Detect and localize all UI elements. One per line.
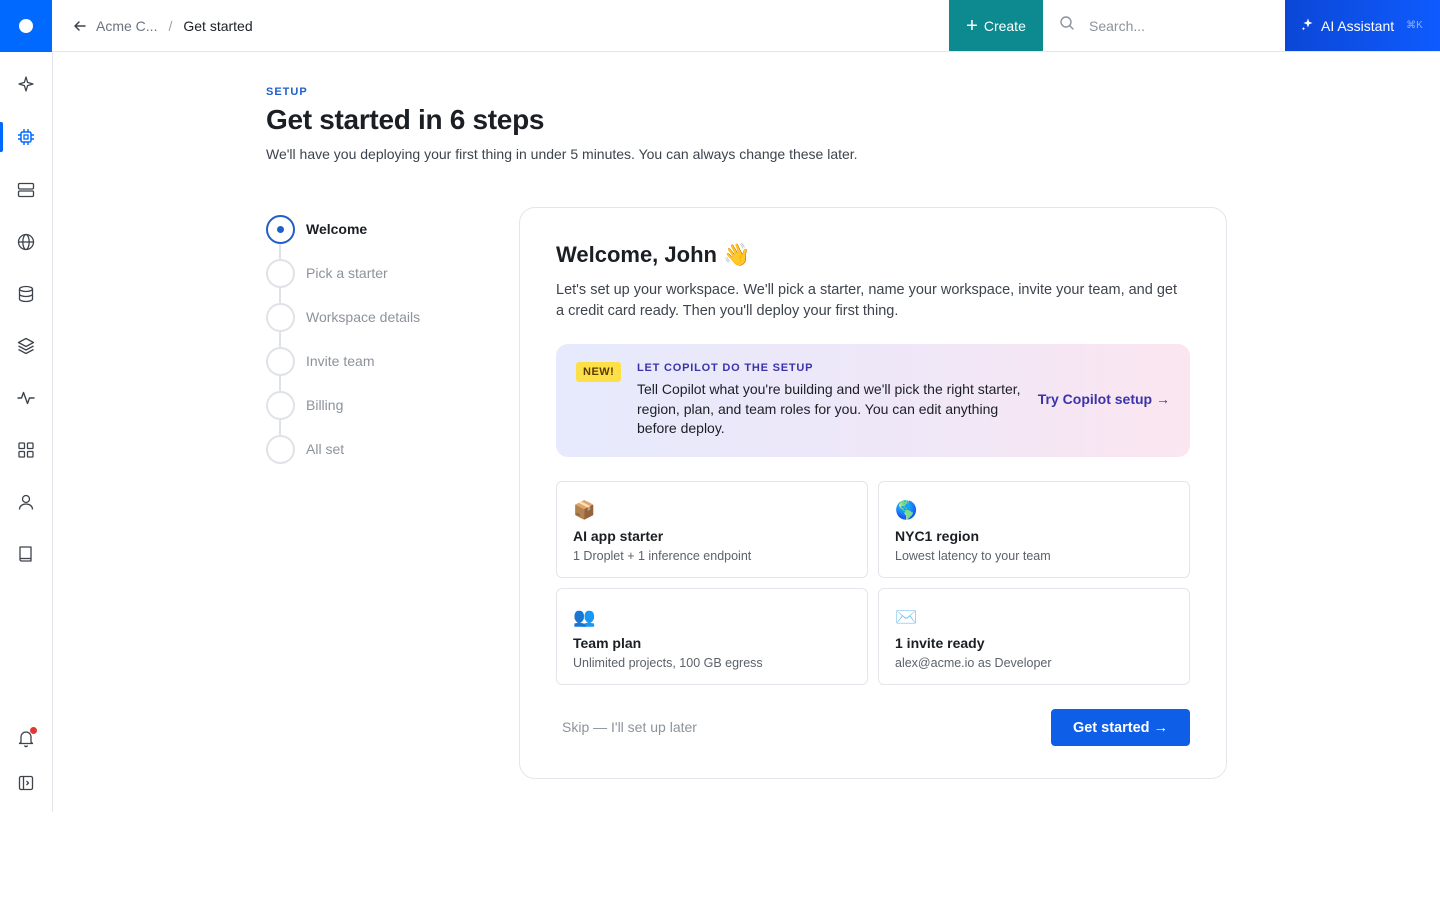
step-current-dot <box>277 225 284 233</box>
step-connector <box>279 376 281 391</box>
sidebar-item-account[interactable] <box>0 482 52 522</box>
tile-title: NYC1 region <box>895 528 980 544</box>
tile-title: 1 invite ready <box>895 635 985 651</box>
database-icon <box>18 285 34 303</box>
new-badge: NEW! <box>576 362 622 382</box>
app-root: Acme C... / Get started + Create AI Assi… <box>0 0 1440 900</box>
step-billing[interactable]: Billing <box>266 390 343 420</box>
copilot-banner: NEW! LET COPILOT DO THE SETUP Tell Copil… <box>556 344 1190 457</box>
page-subtitle: We'll have you deploying your first thin… <box>266 146 858 162</box>
layers-icon <box>17 337 35 355</box>
step-label: Billing <box>306 397 344 413</box>
sidebar-item-ai[interactable] <box>0 64 52 104</box>
sparkle-icon <box>18 76 34 92</box>
sidebar-item-networking[interactable] <box>0 222 52 262</box>
step-label: Invite team <box>306 353 375 369</box>
breadcrumb-parent[interactable]: Acme C... <box>96 18 157 34</box>
step-connector <box>279 288 281 303</box>
chip-icon <box>18 129 34 145</box>
breadcrumb-separator: / <box>168 17 173 34</box>
step-label: Welcome <box>306 221 368 237</box>
tile-subtitle: Unlimited projects, 100 GB egress <box>573 656 763 670</box>
collapse-sidebar-icon <box>18 775 34 791</box>
back-arrow-icon[interactable] <box>72 18 88 34</box>
globe-icon <box>17 233 35 251</box>
logo-mark <box>19 19 33 33</box>
tile-region[interactable]: 🌎 NYC1 region Lowest latency to your tea… <box>878 481 1190 578</box>
envelope-icon: ✉️ <box>895 607 918 627</box>
notification-dot <box>30 727 37 734</box>
server-icon <box>17 182 35 198</box>
step-welcome[interactable]: Welcome <box>266 214 367 244</box>
tile-title: Team plan <box>573 635 642 651</box>
create-button[interactable]: + Create <box>949 0 1043 51</box>
ai-shortcut-hint: ⌘K <box>1406 20 1423 31</box>
search-box <box>1043 0 1285 51</box>
page-eyebrow: SETUP <box>266 86 308 98</box>
user-icon <box>18 494 34 510</box>
apps-grid-icon <box>18 442 34 458</box>
sidebar-item-servers[interactable] <box>0 170 52 210</box>
tile-title: AI app starter <box>573 528 664 544</box>
step-pick-starter[interactable]: Pick a starter <box>266 258 388 288</box>
sidebar-item-compute[interactable] <box>0 117 52 157</box>
skip-link[interactable]: Skip — I'll set up later <box>562 719 697 735</box>
book-icon <box>19 546 32 562</box>
sidebar-item-storage[interactable] <box>0 326 52 366</box>
globe-icon: 🌎 <box>895 500 918 520</box>
sidebar-item-monitoring[interactable] <box>0 378 52 418</box>
page-title: Get started in 6 steps <box>266 104 545 135</box>
step-workspace-details[interactable]: Workspace details <box>266 302 420 332</box>
step-indicator <box>266 434 295 464</box>
sidebar-item-collapse[interactable] <box>0 763 52 803</box>
plus-icon: + <box>966 14 978 37</box>
step-indicator <box>266 346 295 376</box>
breadcrumb-current: Get started <box>183 17 253 34</box>
tile-subtitle: 1 Droplet + 1 inference endpoint <box>573 549 752 563</box>
card-description: Let's set up your workspace. We'll pick … <box>556 282 1178 319</box>
search-input[interactable] <box>1089 17 1269 34</box>
tile-subtitle: alex@acme.io as Developer <box>895 656 1052 670</box>
get-started-button[interactable]: Get started → <box>1051 709 1190 746</box>
step-indicator <box>266 258 295 288</box>
step-label: Pick a starter <box>306 265 388 281</box>
package-icon: 📦 <box>573 500 596 520</box>
step-connector <box>279 244 281 259</box>
step-label: Workspace details <box>306 309 421 325</box>
tile-starter[interactable]: 📦 AI app starter 1 Droplet + 1 inference… <box>556 481 868 578</box>
activity-icon <box>17 391 35 405</box>
step-indicator <box>266 302 295 332</box>
logo[interactable] <box>0 0 52 52</box>
try-copilot-link[interactable]: Try Copilot setup → <box>1038 391 1170 407</box>
step-indicator <box>266 214 295 244</box>
create-button-label: Create <box>983 17 1026 34</box>
step-connector <box>279 332 281 347</box>
step-connector <box>279 420 281 435</box>
step-indicator <box>266 390 295 420</box>
welcome-card: Welcome, John 👋 Let's set up your worksp… <box>519 207 1227 779</box>
sidebar-item-apps[interactable] <box>0 430 52 470</box>
tile-invite[interactable]: ✉️ 1 invite ready alex@acme.io as Develo… <box>878 588 1190 685</box>
card-title: Welcome, John 👋 <box>556 242 751 267</box>
search-icon <box>1059 15 1075 36</box>
sidebar <box>0 52 53 812</box>
sidebar-item-notifications[interactable] <box>0 718 52 758</box>
step-all-set[interactable]: All set <box>266 434 344 464</box>
step-invite-team[interactable]: Invite team <box>266 346 374 376</box>
copilot-heading: LET COPILOT DO THE SETUP <box>637 362 814 374</box>
copilot-body: Tell Copilot what you're building and we… <box>637 381 1021 436</box>
team-icon: 👥 <box>573 607 596 627</box>
ai-assistant-button[interactable]: AI Assistant ⌘K <box>1285 0 1440 51</box>
sparkle-icon <box>1301 17 1315 34</box>
tile-subtitle: Lowest latency to your team <box>895 549 1051 563</box>
breadcrumb: Acme C... / Get started <box>52 0 949 51</box>
ai-assistant-label: AI Assistant <box>1321 17 1395 34</box>
sidebar-item-databases[interactable] <box>0 274 52 314</box>
top-bar: Acme C... / Get started + Create AI Assi… <box>0 0 1440 52</box>
step-label: All set <box>306 441 345 457</box>
sidebar-item-docs[interactable] <box>0 534 52 574</box>
tile-plan[interactable]: 👥 Team plan Unlimited projects, 100 GB e… <box>556 588 868 685</box>
